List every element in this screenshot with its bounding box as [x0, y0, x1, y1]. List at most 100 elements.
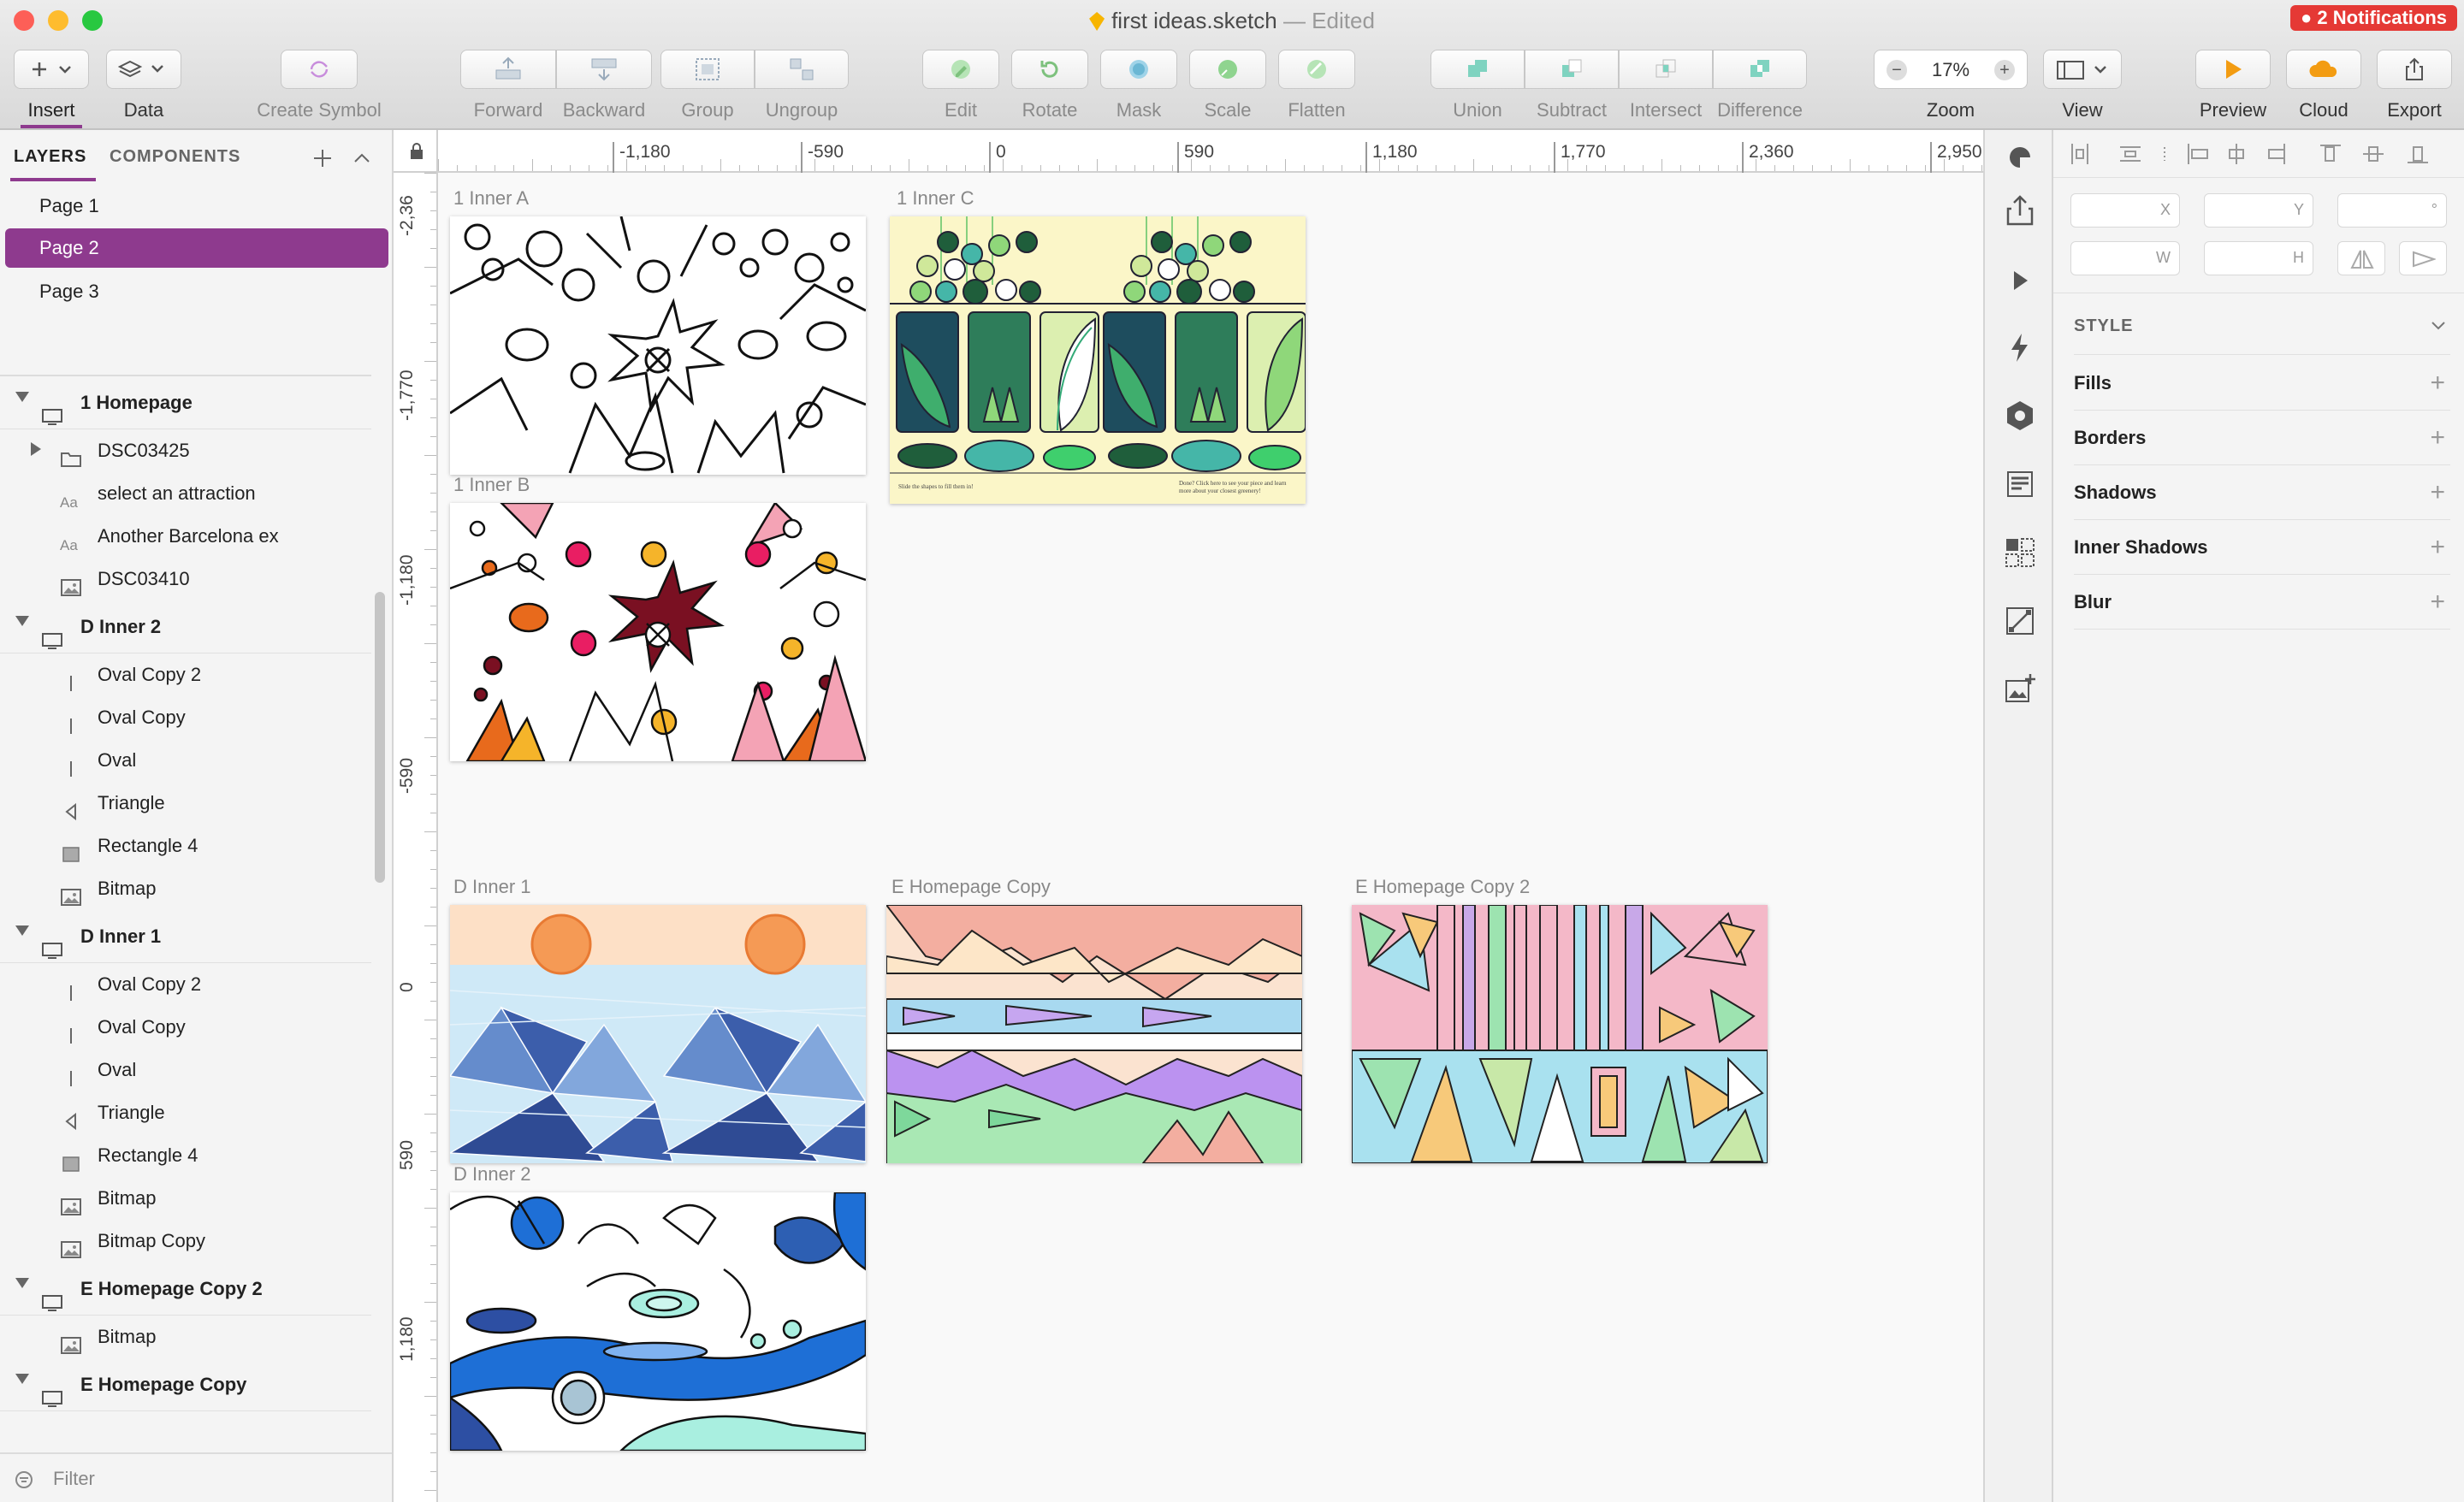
disclosure-triangle-icon[interactable]	[15, 925, 29, 936]
layer-artboard[interactable]: E Homepage Copy 2	[0, 1263, 371, 1316]
mask-button[interactable]	[1100, 50, 1177, 89]
lock-icon[interactable]	[409, 142, 424, 161]
flatten-button[interactable]	[1278, 50, 1355, 89]
zoom-value[interactable]: 17%	[1926, 50, 1975, 90]
page-item-1[interactable]: Page 1	[5, 186, 388, 226]
artboard-1-inner-a[interactable]	[450, 216, 866, 475]
layer-artboard[interactable]: D Inner 2	[0, 600, 371, 653]
export-button[interactable]	[2377, 50, 2452, 89]
layer-item[interactable]: Triangle	[0, 1091, 371, 1134]
layer-item[interactable]: Bitmap	[0, 1316, 371, 1358]
artboard-label[interactable]: D Inner 2	[453, 1163, 531, 1186]
layer-item[interactable]: Oval Copy	[0, 696, 371, 739]
chevron-down-icon[interactable]	[2430, 316, 2447, 334]
scale-button[interactable]	[1189, 50, 1266, 89]
edit-button[interactable]	[922, 50, 999, 89]
height-field[interactable]: H	[2204, 241, 2313, 275]
difference-button[interactable]	[1713, 50, 1807, 89]
layer-artboard[interactable]: D Inner 1	[0, 910, 371, 963]
intersect-button[interactable]	[1619, 50, 1713, 89]
artboard-e-homepage-copy[interactable]	[886, 905, 1302, 1163]
minimize-window-button[interactable]	[48, 10, 68, 31]
view-button[interactable]	[2043, 50, 2122, 89]
rotate-button[interactable]	[1011, 50, 1088, 89]
artboard-1-inner-b[interactable]	[450, 503, 866, 761]
y-position-field[interactable]: Y	[2204, 193, 2313, 228]
disclosure-triangle-icon[interactable]	[15, 1374, 29, 1384]
filter-input[interactable]: Filter	[53, 1468, 95, 1490]
artboard-label[interactable]: 1 Inner A	[453, 187, 529, 210]
page-item-3[interactable]: Page 3	[5, 272, 388, 311]
canvas[interactable]: -1,180-59005901,1801,7702,3602,9503,540 …	[394, 130, 1983, 1502]
hexagon-plugin-icon[interactable]	[2001, 397, 2039, 435]
artboard-1-inner-c[interactable]: Slide the shapes to fill them in! Done? …	[890, 216, 1306, 504]
union-button[interactable]	[1430, 50, 1525, 89]
layer-item[interactable]: Bitmap Copy	[0, 1220, 371, 1263]
disclosure-triangle-icon[interactable]	[15, 1278, 29, 1288]
upload-icon[interactable]	[2001, 192, 2039, 229]
create-symbol-button[interactable]	[281, 50, 358, 89]
collapse-pages-icon[interactable]	[351, 147, 373, 169]
zoom-in-button[interactable]: +	[1994, 60, 2015, 80]
layer-artboard[interactable]: E Homepage Copy	[0, 1358, 371, 1411]
disclosure-triangle-icon[interactable]	[15, 616, 29, 626]
style-panel-icon[interactable]	[2001, 139, 2039, 176]
horizontal-ruler[interactable]: -1,180-59005901,1801,7702,3602,9503,540	[438, 130, 1983, 173]
layer-item[interactable]: Bitmap	[0, 867, 371, 910]
style-section-shadows[interactable]: Shadows +	[2074, 465, 2450, 520]
artboard-e-homepage-copy-2[interactable]	[1352, 905, 1768, 1163]
layer-item[interactable]: Oval Copy 2	[0, 963, 371, 1006]
list-layout-icon[interactable]	[2001, 465, 2039, 503]
disclosure-triangle-icon[interactable]	[15, 392, 29, 402]
component-swap-icon[interactable]	[2001, 534, 2039, 571]
layer-item[interactable]: Rectangle 4	[0, 825, 371, 867]
close-window-button[interactable]	[14, 10, 34, 31]
alignment-icons[interactable]	[2069, 142, 2449, 166]
lightning-icon[interactable]	[2001, 328, 2039, 366]
layer-artboard[interactable]: 1 Homepage	[0, 376, 371, 429]
prototype-play-icon[interactable]	[2001, 262, 2039, 299]
layer-item[interactable]: Oval	[0, 739, 371, 782]
zoom-out-button[interactable]: −	[1886, 60, 1907, 80]
width-field[interactable]: W	[2070, 241, 2180, 275]
add-blur-button[interactable]: +	[2430, 575, 2445, 630]
layer-item[interactable]: Aa select an attraction	[0, 472, 371, 515]
layer-item[interactable]: Aa Another Barcelona ex	[0, 515, 371, 558]
flip-vertical-button[interactable]	[2399, 241, 2447, 275]
style-section-fills[interactable]: Fills +	[2074, 356, 2450, 411]
preview-button[interactable]	[2195, 50, 2271, 89]
artboard-label[interactable]: D Inner 1	[453, 876, 531, 898]
layer-item[interactable]: Bitmap	[0, 1177, 371, 1220]
ungroup-button[interactable]	[755, 50, 849, 89]
layer-item[interactable]: Triangle	[0, 782, 371, 825]
notifications-badge[interactable]: ● 2 Notifications	[2290, 5, 2457, 31]
vertical-ruler[interactable]: -2,36-1,770-1,180-59005901,1801,770	[394, 173, 438, 1502]
group-button[interactable]	[660, 50, 755, 89]
add-borders-button[interactable]: +	[2430, 411, 2445, 465]
x-position-field[interactable]: X	[2070, 193, 2180, 228]
page-item-2[interactable]: Page 2	[5, 228, 388, 268]
layer-item[interactable]: Oval Copy 2	[0, 653, 371, 696]
add-fills-button[interactable]: +	[2430, 356, 2445, 411]
tab-components[interactable]: COMPONENTS	[110, 147, 240, 167]
cloud-button[interactable]	[2286, 50, 2361, 89]
tab-layers[interactable]: LAYERS	[14, 147, 86, 167]
flip-horizontal-button[interactable]	[2337, 241, 2385, 275]
layer-item[interactable]: DSC03410	[0, 558, 371, 600]
artboard-label[interactable]: 1 Inner B	[453, 474, 530, 496]
rotation-field[interactable]: °	[2337, 193, 2447, 228]
forward-button[interactable]	[460, 50, 556, 89]
add-inner-shadows-button[interactable]: +	[2430, 520, 2445, 575]
backward-button[interactable]	[556, 50, 652, 89]
style-section-borders[interactable]: Borders +	[2074, 411, 2450, 465]
subtract-button[interactable]	[1525, 50, 1619, 89]
maximize-window-button[interactable]	[82, 10, 103, 31]
artboard-d-inner-1[interactable]	[450, 905, 866, 1163]
artboard-label[interactable]: 1 Inner C	[897, 187, 974, 210]
data-button[interactable]	[106, 50, 181, 89]
artboard-label[interactable]: E Homepage Copy	[891, 876, 1051, 898]
layer-list-scrollbar[interactable]	[375, 592, 385, 883]
add-shadows-button[interactable]: +	[2430, 465, 2445, 520]
style-section-inner-shadows[interactable]: Inner Shadows +	[2074, 520, 2450, 575]
vector-path-icon[interactable]	[2001, 602, 2039, 640]
